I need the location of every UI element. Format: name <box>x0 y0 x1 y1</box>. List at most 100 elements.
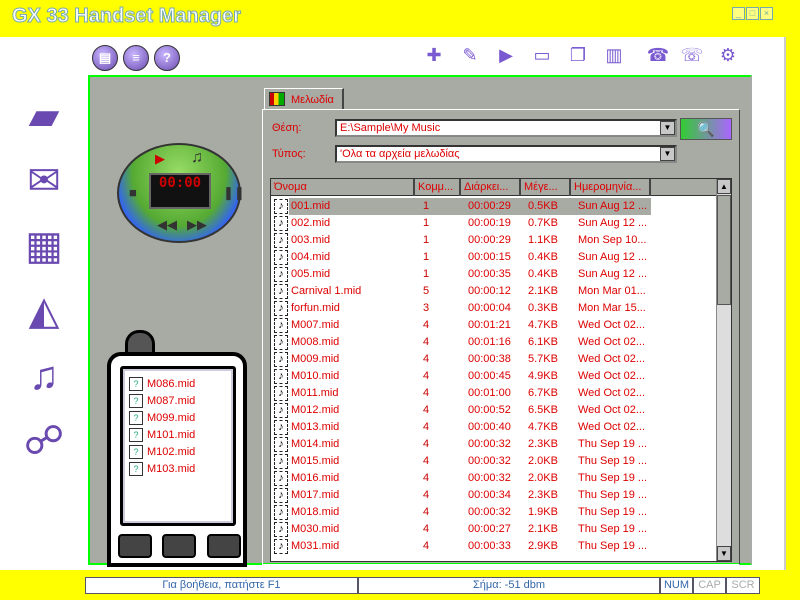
minimize-button[interactable]: _ <box>732 7 745 20</box>
file-date: Wed Oct 02... <box>578 319 646 331</box>
file-k: 4 <box>423 438 430 450</box>
music-file-icon: ? <box>129 377 143 391</box>
table-row[interactable]: ♪ 002.mid 1 00:00:19 0.7KB Sun Aug 12 ... <box>271 215 717 232</box>
file-size: 0.3KB <box>528 302 558 314</box>
column-header[interactable]: Διάρκει... <box>461 179 521 196</box>
table-row[interactable]: ♪ M017.mid 4 00:00:34 2.3KB Thu Sep 19 ... <box>271 487 717 504</box>
stop-button[interactable]: ■ <box>129 185 137 200</box>
file-duration: 00:00:32 <box>468 455 511 467</box>
table-row[interactable]: ♪ M014.mid 4 00:00:32 2.3KB Thu Sep 19 ... <box>271 436 717 453</box>
file-date: Wed Oct 02... <box>578 370 646 382</box>
list-button[interactable]: ≡ <box>123 45 149 71</box>
table-row[interactable]: ♪ M009.mid 4 00:00:38 5.7KB Wed Oct 02... <box>271 351 717 368</box>
help-button[interactable]: ? <box>154 45 180 71</box>
phone-key-middle[interactable] <box>162 534 196 558</box>
table-row[interactable]: ♪ M030.mid 4 00:00:27 2.1KB Thu Sep 19 ... <box>271 521 717 538</box>
file-date: Thu Sep 19 ... <box>578 506 648 518</box>
phone-download-button[interactable]: ☎ <box>646 42 670 68</box>
file-duration: 00:00:15 <box>468 251 511 263</box>
sidebar-melody[interactable]: ♫ <box>12 348 76 404</box>
folder-button[interactable]: ▭ <box>530 42 554 68</box>
melody-tab-icon <box>269 92 285 106</box>
table-row[interactable]: ♪ 005.mid 1 00:00:35 0.4KB Sun Aug 12 ... <box>271 266 717 283</box>
file-duration: 00:00:19 <box>468 217 511 229</box>
sidebar-message[interactable]: ✉ <box>12 153 76 209</box>
file-duration: 00:00:34 <box>468 489 511 501</box>
table-row[interactable]: ♪ M010.mid 4 00:00:45 4.9KB Wed Oct 02... <box>271 368 717 385</box>
chevron-down-icon[interactable]: ▼ <box>660 121 675 135</box>
phone-key-right[interactable] <box>207 534 241 558</box>
phone-file-item[interactable]: ? M102.mid <box>129 445 195 462</box>
file-k: 4 <box>423 506 430 518</box>
new-button[interactable]: ✚ <box>422 42 446 68</box>
table-row[interactable]: ♪ M031.mid 4 00:00:33 2.9KB Thu Sep 19 ... <box>271 538 717 555</box>
phone-file-item[interactable]: ? M099.mid <box>129 411 195 428</box>
table-row[interactable]: ♪ 004.mid 1 00:00:15 0.4KB Sun Aug 12 ... <box>271 249 717 266</box>
phone-file-name: M086.mid <box>147 377 196 390</box>
document-button[interactable]: ▤ <box>92 45 118 71</box>
pause-button[interactable]: ❚❚ <box>223 185 245 201</box>
table-row[interactable]: ♪ M015.mid 4 00:00:32 2.0KB Thu Sep 19 ... <box>271 453 717 470</box>
column-header[interactable]: Ημερομηνία... <box>571 179 651 196</box>
file-name: M031.mid <box>291 540 340 552</box>
phone-file-item[interactable]: ? M101.mid <box>129 428 195 445</box>
sidebar-device[interactable]: ▰ <box>12 88 76 144</box>
vertical-scrollbar[interactable]: ▲ ▼ <box>716 179 731 561</box>
phone-upload-button[interactable]: ☏ <box>680 42 704 68</box>
file-name: M018.mid <box>291 506 340 518</box>
location-combo[interactable]: E:\Sample\My Music ▼ <box>335 119 677 137</box>
book-button[interactable]: ▥ <box>602 42 626 68</box>
scroll-thumb[interactable] <box>717 195 731 305</box>
column-header[interactable]: Μέγε... <box>521 179 571 196</box>
file-name: M012.mid <box>291 404 340 416</box>
file-size: 6.7KB <box>528 387 558 399</box>
music-file-icon: ? <box>129 394 143 408</box>
play-button[interactable]: ▶ <box>494 42 518 68</box>
search-button[interactable]: 🔍 <box>680 118 732 140</box>
magnifier-icon: 🔍 <box>697 121 715 137</box>
rewind-button[interactable]: ◀◀ <box>157 217 177 233</box>
table-row[interactable]: ♪ forfun.mid 3 00:00:04 0.3KB Mon Mar 15... <box>271 300 717 317</box>
table-row[interactable]: ♪ M007.mid 4 00:01:21 4.7KB Wed Oct 02... <box>271 317 717 334</box>
table-row[interactable]: ♪ 003.mid 1 00:00:29 1.1KB Mon Sep 10... <box>271 232 717 249</box>
table-row[interactable]: ♪ M016.mid 4 00:00:32 2.0KB Thu Sep 19 ... <box>271 470 717 487</box>
table-row[interactable]: ♪ M018.mid 4 00:00:32 1.9KB Thu Sep 19 ... <box>271 504 717 521</box>
column-header[interactable]: Όνομα <box>271 179 415 196</box>
file-duration: 00:00:27 <box>468 523 511 535</box>
table-row[interactable]: ♪ Carnival 1.mid 5 00:00:12 2.1KB Mon Mar 01.… <box>271 283 717 300</box>
phone-file-item[interactable]: ? M086.mid <box>129 377 195 394</box>
file-name: M015.mid <box>291 455 340 467</box>
table-row[interactable]: ♪ 001.mid 1 00:00:29 0.5KB Sun Aug 12 ... <box>271 198 717 215</box>
file-k: 1 <box>423 200 430 212</box>
scroll-up-button[interactable]: ▲ <box>717 179 731 194</box>
phone-key-left[interactable] <box>118 534 152 558</box>
sidebar-phonebook[interactable]: ▦ <box>12 218 76 274</box>
column-header[interactable]: Κομμ... <box>415 179 461 196</box>
file-k: 4 <box>423 455 430 467</box>
melody-icon: ♫ <box>191 149 203 166</box>
table-row[interactable]: ♪ M008.mid 4 00:01:16 6.1KB Wed Oct 02... <box>271 334 717 351</box>
file-size: 2.0KB <box>528 455 558 467</box>
table-row[interactable]: ♪ M011.mid 4 00:01:00 6.7KB Wed Oct 02... <box>271 385 717 402</box>
sidebar-calendar[interactable]: ◭ <box>12 283 76 339</box>
music-file-icon: ♪ <box>274 471 288 486</box>
phone-file-item[interactable]: ? M087.mid <box>129 394 195 411</box>
scroll-down-button[interactable]: ▼ <box>717 546 731 561</box>
file-k: 4 <box>423 370 430 382</box>
file-date: Wed Oct 02... <box>578 404 646 416</box>
tab-melody[interactable]: Μελωδία <box>264 88 344 110</box>
play-button[interactable]: ▶ <box>155 151 165 167</box>
table-row[interactable]: ♪ M013.mid 4 00:00:40 4.7KB Wed Oct 02... <box>271 419 717 436</box>
settings-button[interactable]: ⚙ <box>716 42 740 68</box>
chevron-down-icon[interactable]: ▼ <box>660 147 675 161</box>
forward-button[interactable]: ▶▶ <box>187 217 207 233</box>
copy-button[interactable]: ❐ <box>566 42 590 68</box>
phone-file-item[interactable]: ? M103.mid <box>129 462 195 479</box>
table-row[interactable]: ♪ M012.mid 4 00:00:52 6.5KB Wed Oct 02... <box>271 402 717 419</box>
edit-button[interactable]: ✎ <box>458 42 482 68</box>
sidebar-connection[interactable]: ☍ <box>12 413 76 469</box>
melody-player: ▶ ♫ ■ ❚❚ ◀◀ ▶▶ 00:00 <box>117 143 245 243</box>
maximize-button[interactable]: □ <box>746 7 759 20</box>
close-button[interactable]: × <box>760 7 773 20</box>
type-combo[interactable]: 'Ολα τα αρχεία μελωδίας ▼ <box>335 145 677 163</box>
